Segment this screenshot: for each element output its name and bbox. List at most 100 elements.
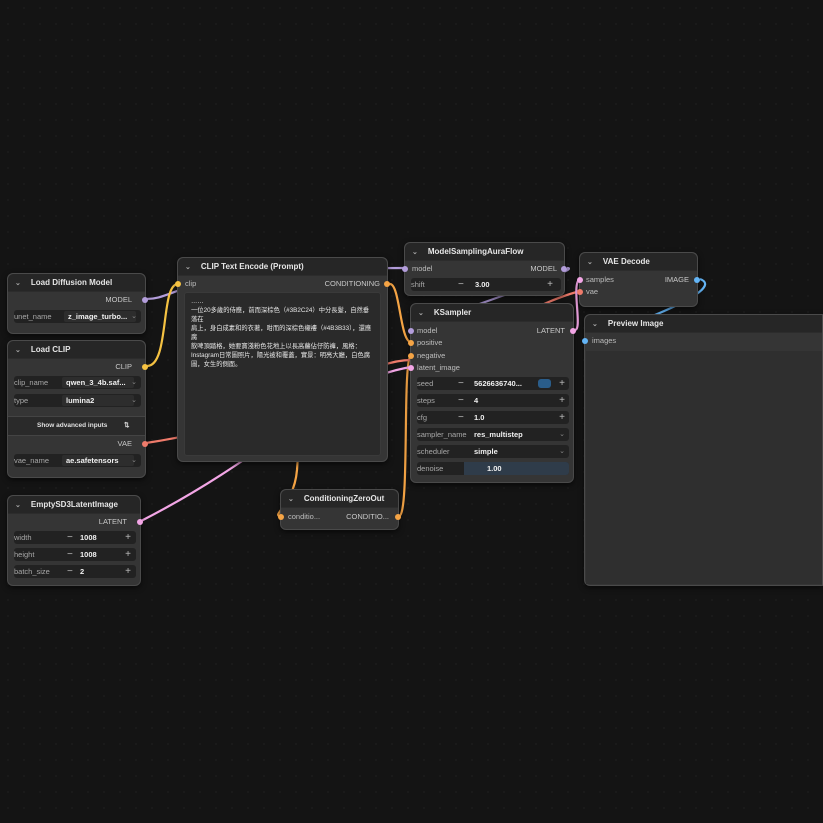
node-header[interactable]: ⌄ ModelSamplingAuraFlow (405, 243, 564, 261)
chevron-down-icon[interactable]: ⌄ (15, 501, 21, 509)
load-clip-node[interactable]: ⌄ Load CLIP CLIP clip_name qwen_3_4b.saf… (7, 340, 148, 478)
seed-number-widget[interactable]: seed − 5626636740... + (417, 377, 569, 390)
decrement-button[interactable]: − (458, 411, 464, 424)
settings-sliders-icon: ⇅ (124, 422, 130, 429)
load-diffusion-model-node[interactable]: ⌄ Load Diffusion Model MODEL unet_name z… (7, 273, 148, 334)
advanced-inputs-bar[interactable]: Show advanced inputs ⇅ (8, 416, 145, 436)
node-header[interactable]: ⌄ CLIP Text Encode (Prompt) (178, 258, 387, 276)
chevron-down-icon[interactable]: ⌄ (15, 279, 21, 287)
decrement-button[interactable]: − (458, 394, 464, 407)
output-conditioning-slot[interactable] (384, 281, 390, 287)
steps-number-widget[interactable]: steps − 4 + (417, 394, 569, 407)
conditioning-zero-out-node[interactable]: ⌄ ConditioningZeroOut conditio... CONDIT… (278, 489, 401, 530)
node-header[interactable]: ⌄ Preview Image (585, 315, 822, 333)
chevron-down-icon[interactable]: ⌄ (587, 258, 593, 266)
prompt-textarea[interactable]: …… 一位20多歲的侍應，前而深棕色（#3B2C24）中分長髮，自然垂落在 肩上… (184, 292, 381, 456)
node-header[interactable]: ⌄ EmptySD3LatentImage (8, 496, 140, 514)
chevron-down-icon: ⌄ (131, 397, 137, 404)
model-sampling-auraflow-node[interactable]: ⌄ ModelSamplingAuraFlow model MODEL shif… (402, 242, 567, 296)
input-images-slot[interactable] (582, 338, 588, 344)
input-model-slot[interactable] (402, 266, 408, 272)
node-header[interactable]: ⌄ Load CLIP (8, 341, 145, 359)
output-latent-slot[interactable] (137, 519, 143, 525)
chevron-down-icon: ⌄ (559, 431, 565, 438)
shift-number-widget[interactable]: shift − 3.00 + (411, 278, 561, 291)
chevron-down-icon[interactable]: ⌄ (412, 248, 418, 256)
widget-label: type (14, 396, 29, 405)
chevron-down-icon[interactable]: ⌄ (592, 320, 598, 328)
vae-name-combo[interactable]: vae_name ae.safetensors ⌄ (14, 454, 141, 467)
output-model-slot[interactable] (142, 297, 148, 303)
clip-text-encode-node[interactable]: ⌄ CLIP Text Encode (Prompt) clip CONDITI… (175, 257, 390, 462)
increment-button[interactable]: + (559, 394, 565, 407)
show-advanced-inputs-button[interactable]: Show advanced inputs (37, 422, 107, 429)
preview-image-node[interactable]: ⌄ Preview Image images (582, 314, 823, 586)
node-header[interactable]: ⌄ VAE Decode (580, 253, 697, 271)
denoise-slider-widget[interactable]: denoise 1.00 (417, 462, 569, 475)
unet-name-combo[interactable]: unet_name z_image_turbo... ⌄ (14, 310, 141, 323)
input-model-slot[interactable] (408, 328, 414, 334)
node-header[interactable]: ⌄ ConditioningZeroOut (281, 490, 398, 508)
node-header[interactable]: ⌄ KSampler (411, 304, 573, 322)
batch-size-number-widget[interactable]: batch_size − 2 + (14, 565, 136, 578)
widget-value: 1.0 (474, 413, 485, 422)
output-image-slot[interactable] (694, 277, 700, 283)
input-conditioning-label: conditio... (288, 512, 321, 521)
node-header[interactable]: ⌄ Load Diffusion Model (8, 274, 145, 292)
chevron-down-icon[interactable]: ⌄ (15, 346, 21, 354)
input-positive-slot[interactable] (408, 340, 414, 346)
chevron-down-icon[interactable]: ⌄ (185, 263, 191, 271)
cfg-number-widget[interactable]: cfg − 1.0 + (417, 411, 569, 424)
height-number-widget[interactable]: height − 1008 + (14, 548, 136, 561)
input-negative-slot[interactable] (408, 353, 414, 359)
widget-label: height (14, 550, 35, 559)
node-title: VAE Decode (602, 257, 650, 266)
decrement-button[interactable]: − (67, 531, 73, 544)
widget-value: qwen_3_4b.saf... (62, 377, 134, 388)
output-conditioning-slot[interactable] (395, 514, 401, 520)
input-model-label: model (412, 264, 433, 273)
prompt-line: Instagram日常圖照片，陽光被和覆蓋，實景：明亮大廳，白色腐 (191, 352, 371, 359)
clip-name-combo[interactable]: clip_name qwen_3_4b.saf... ⌄ (14, 376, 141, 389)
chevron-down-icon[interactable]: ⌄ (288, 495, 294, 503)
output-latent-slot[interactable] (570, 328, 576, 334)
increment-button[interactable]: + (559, 377, 565, 390)
decrement-button[interactable]: − (67, 565, 73, 578)
output-vae-slot[interactable] (142, 441, 148, 447)
widget-label: scheduler (417, 447, 450, 456)
input-samples-slot[interactable] (577, 277, 583, 283)
seed-control-badge[interactable] (538, 379, 551, 388)
increment-button[interactable]: + (559, 411, 565, 424)
prompt-line: 飲啤頂踏格，她要寶淺粉色花地上以長高蘿佔仔防褲，風格： (191, 343, 362, 350)
widget-label: sampler_name (417, 430, 467, 439)
decrement-button[interactable]: − (458, 278, 464, 291)
sampler-name-combo[interactable]: sampler_name res_multistep ⌄ (417, 428, 569, 441)
increment-button[interactable]: + (125, 565, 131, 578)
type-combo[interactable]: type lumina2 ⌄ (14, 394, 141, 407)
widget-label: clip_name (14, 378, 49, 387)
widget-value: lumina2 (62, 395, 134, 406)
width-number-widget[interactable]: width − 1008 + (14, 531, 136, 544)
increment-button[interactable]: + (125, 531, 131, 544)
empty-sd3-latent-image-node[interactable]: ⌄ EmptySD3LatentImage LATENT width − 100… (7, 495, 143, 586)
ksampler-node[interactable]: ⌄ KSampler model LATENT positive negativ… (408, 303, 576, 483)
increment-button[interactable]: + (125, 548, 131, 561)
output-model-slot[interactable] (561, 266, 567, 272)
input-conditioning-slot[interactable] (278, 514, 284, 520)
chevron-down-icon[interactable]: ⌄ (418, 309, 424, 317)
chevron-down-icon: ⌄ (131, 457, 137, 464)
decrement-button[interactable]: − (458, 377, 464, 390)
node-title: ModelSamplingAuraFlow (427, 247, 524, 256)
output-clip-slot[interactable] (142, 364, 148, 370)
input-latent-image-slot[interactable] (408, 365, 414, 371)
input-clip-slot[interactable] (175, 281, 181, 287)
widget-label: steps (417, 396, 435, 405)
widget-value: 1.00 (487, 464, 502, 473)
vae-decode-node[interactable]: ⌄ VAE Decode samples IMAGE vae (577, 252, 700, 307)
output-latent-label: LATENT (536, 326, 565, 335)
increment-button[interactable]: + (547, 278, 553, 291)
input-vae-slot[interactable] (577, 289, 583, 295)
decrement-button[interactable]: − (67, 548, 73, 561)
output-clip-label: CLIP (115, 362, 132, 371)
scheduler-combo[interactable]: scheduler simple ⌄ (417, 445, 569, 458)
